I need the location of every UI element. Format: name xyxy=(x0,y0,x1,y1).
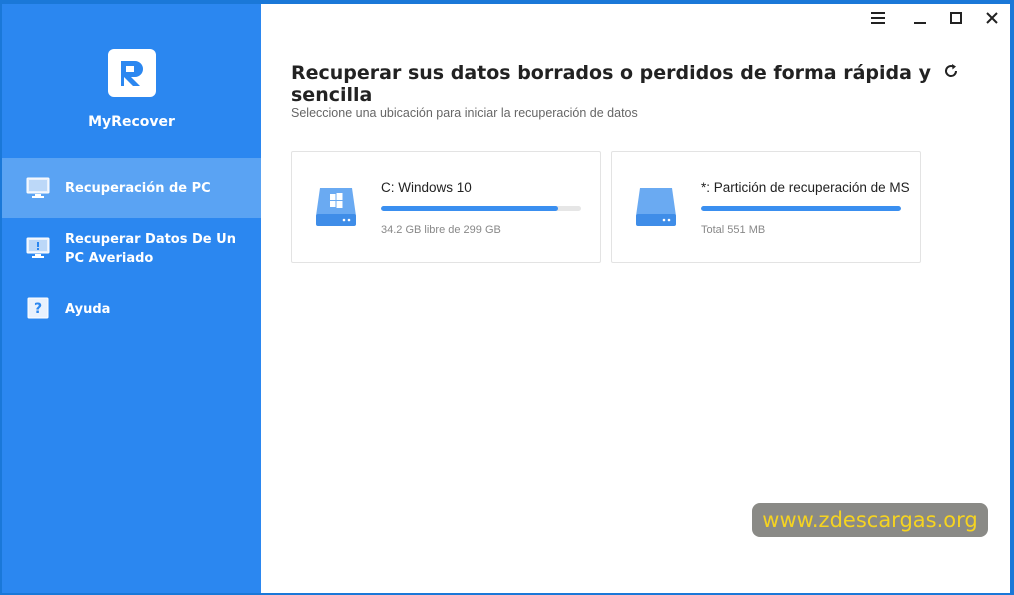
menu-button[interactable] xyxy=(866,10,890,30)
minimize-button[interactable] xyxy=(908,10,932,30)
maximize-button[interactable] xyxy=(944,10,968,30)
page-title: Recuperar sus datos borrados o perdidos … xyxy=(291,62,931,106)
svg-text:?: ? xyxy=(34,301,42,317)
myrecover-logo-icon xyxy=(121,61,143,86)
drive-usage-bar xyxy=(701,206,901,211)
refresh-icon[interactable] xyxy=(942,62,960,80)
close-button[interactable] xyxy=(980,10,1004,30)
app-logo xyxy=(108,49,156,97)
maximize-icon xyxy=(950,12,962,24)
sidebar-item-recuperacion-pc[interactable]: Recuperación de PC xyxy=(2,158,261,218)
drive-name: C: Windows 10 xyxy=(381,180,472,195)
sidebar-item-label: Recuperación de PC xyxy=(65,181,211,196)
help-icon: ? xyxy=(27,297,49,319)
drive-info: 34.2 GB libre de 299 GB xyxy=(381,224,501,236)
drive-icon xyxy=(636,188,676,226)
drive-card-recovery[interactable]: *: Partición de recuperación de MS Total… xyxy=(611,151,921,263)
app-name: MyRecover xyxy=(88,114,175,130)
watermark: www.zdescargas.org xyxy=(752,503,988,537)
monitor-alert-icon xyxy=(26,237,50,258)
page-subtitle: Seleccione una ubicación para iniciar la… xyxy=(291,106,638,120)
sidebar-item-label: Recuperar Datos De Un PC Averiado xyxy=(65,232,236,266)
drive-usage-bar xyxy=(381,206,581,211)
minimize-icon xyxy=(914,22,926,24)
sidebar-item-recuperar-pc-averiado[interactable]: Recuperar Datos De Un PC Averiado xyxy=(2,226,261,276)
drive-usage-fill xyxy=(701,206,901,211)
sidebar: MyRecover Recuperación de PC Recuperar D… xyxy=(2,4,261,593)
drive-info: Total 551 MB xyxy=(701,224,766,236)
sidebar-item-label: Ayuda xyxy=(65,302,111,317)
menu-icon xyxy=(871,12,885,24)
close-icon xyxy=(986,12,998,24)
drive-usage-fill xyxy=(381,206,559,211)
sidebar-item-ayuda[interactable]: ? Ayuda xyxy=(2,292,261,326)
drive-name: *: Partición de recuperación de MS xyxy=(701,180,910,195)
monitor-icon xyxy=(26,177,50,198)
drive-card-c[interactable]: C: Windows 10 34.2 GB libre de 299 GB xyxy=(291,151,601,263)
windows-drive-icon xyxy=(316,188,356,226)
